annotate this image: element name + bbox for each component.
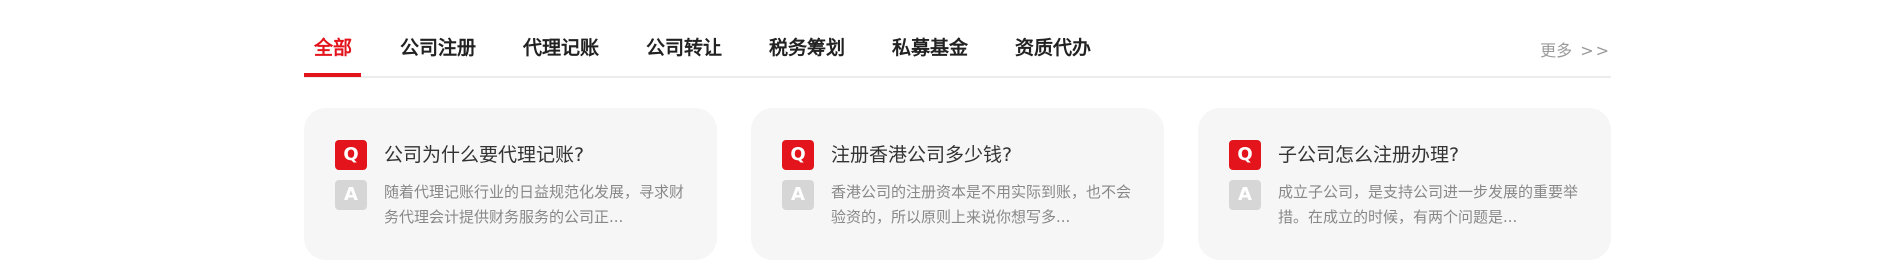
faq-card[interactable]: Q 子公司怎么注册办理? A 成立子公司，是支持公司进一步发展的重要举措。在成立… [1198,108,1611,260]
faq-question[interactable]: 子公司怎么注册办理? [1278,142,1459,168]
faq-section: 全部 公司注册 代理记账 公司转让 税务筹划 私募基金 资质代办 更多 >> Q … [304,0,1611,279]
category-tabs: 全部 公司注册 代理记账 公司转让 税务筹划 私募基金 资质代办 更多 >> [304,0,1611,78]
tab-private-fund[interactable]: 私募基金 [892,36,968,76]
tab-all[interactable]: 全部 [314,36,352,76]
faq-question[interactable]: 注册香港公司多少钱? [831,142,1012,168]
more-label: 更多 [1540,41,1573,60]
tab-tax-planning[interactable]: 税务筹划 [769,36,845,76]
question-icon: Q [1229,140,1261,170]
answer-icon: A [782,180,814,210]
answer-icon: A [1229,180,1261,210]
active-tab-indicator [304,73,361,77]
tab-bookkeeping[interactable]: 代理记账 [523,36,599,76]
faq-answer: 香港公司的注册资本是不用实际到账，也不会验资的，所以原则上来说你想写多... [831,183,1132,226]
faq-card[interactable]: Q 注册香港公司多少钱? A 香港公司的注册资本是不用实际到账，也不会验资的，所… [751,108,1164,260]
answer-icon: A [335,180,367,210]
tab-company-transfer[interactable]: 公司转让 [646,36,722,76]
more-arrows-icon: >> [1580,41,1611,60]
faq-answer: 随着代理记账行业的日益规范化发展，寻求财务代理会计提供财务服务的公司正... [384,183,685,226]
faq-answer: 成立子公司，是支持公司进一步发展的重要举措。在成立的时候，有两个问题是... [1278,183,1579,226]
question-icon: Q [782,140,814,170]
faq-cards: Q 公司为什么要代理记账? A 随着代理记账行业的日益规范化发展，寻求财务代理会… [304,108,1611,260]
faq-card[interactable]: Q 公司为什么要代理记账? A 随着代理记账行业的日益规范化发展，寻求财务代理会… [304,108,717,260]
more-link[interactable]: 更多 >> [1540,37,1611,61]
tab-company-registration[interactable]: 公司注册 [400,36,476,76]
faq-question[interactable]: 公司为什么要代理记账? [384,142,584,168]
tab-qualification[interactable]: 资质代办 [1015,36,1091,76]
question-icon: Q [335,140,367,170]
